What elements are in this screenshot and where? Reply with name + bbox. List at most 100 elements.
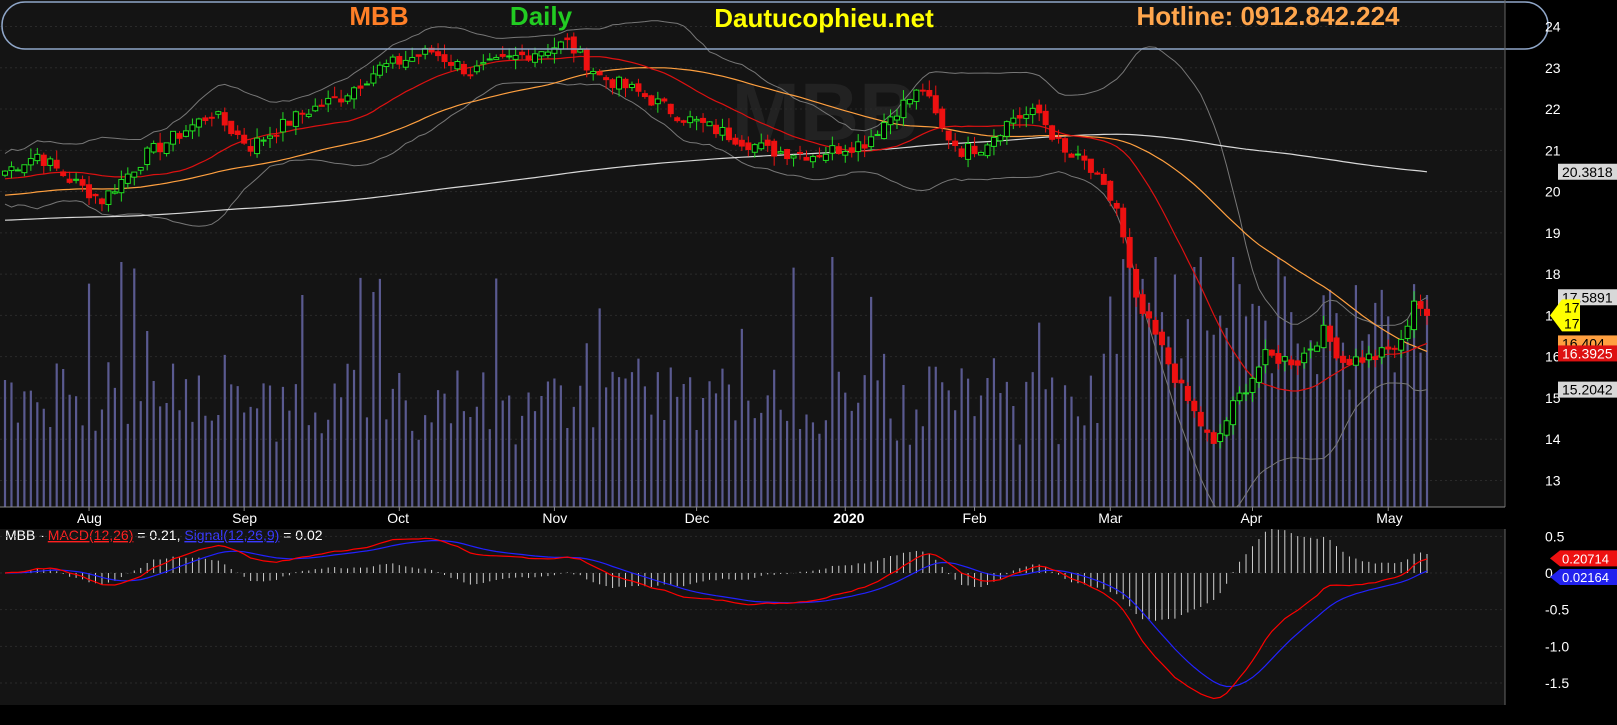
macd-legend-name: MACD(12,26) bbox=[48, 527, 134, 543]
candle-body bbox=[1081, 155, 1088, 161]
candle-body bbox=[939, 108, 946, 129]
candle-body bbox=[1217, 433, 1224, 443]
candle-body bbox=[622, 78, 629, 89]
candle-body bbox=[499, 53, 506, 57]
candle-body bbox=[984, 144, 991, 157]
candle-body bbox=[822, 153, 829, 161]
candle-body bbox=[628, 83, 635, 88]
candle-body bbox=[1010, 117, 1017, 124]
candle-body bbox=[1165, 347, 1172, 365]
macd-tick-label: -1.0 bbox=[1545, 638, 1569, 654]
candle-body bbox=[900, 99, 907, 119]
candle-body bbox=[267, 135, 274, 139]
candle-body bbox=[1204, 429, 1211, 433]
price-tick-label: 24 bbox=[1545, 19, 1561, 35]
candle-body bbox=[745, 142, 752, 151]
candle-body bbox=[641, 93, 648, 98]
ticker-title: MBB bbox=[349, 1, 408, 31]
candle-body bbox=[118, 179, 125, 194]
candle-body bbox=[777, 151, 784, 154]
candle-body bbox=[73, 178, 80, 181]
candle-body bbox=[635, 83, 642, 92]
candle-body bbox=[60, 171, 67, 177]
candle-body bbox=[506, 55, 513, 58]
candle-body bbox=[1055, 136, 1062, 139]
candle-body bbox=[137, 166, 144, 171]
candle-body bbox=[305, 113, 312, 117]
candle-body bbox=[27, 158, 34, 166]
candle-body bbox=[693, 118, 700, 122]
candle-body bbox=[919, 89, 926, 92]
candle-body bbox=[234, 130, 241, 136]
candle-body bbox=[1068, 153, 1075, 158]
x-tick-label: Sep bbox=[232, 510, 257, 526]
x-tick-label: Aug bbox=[77, 510, 102, 526]
x-tick-label: Apr bbox=[1240, 510, 1262, 526]
candle-body bbox=[564, 37, 571, 41]
candle-body bbox=[544, 51, 551, 56]
candle-body bbox=[874, 134, 881, 137]
candle-body bbox=[1036, 104, 1043, 114]
candle-body bbox=[945, 130, 952, 141]
macd-value-tags: 0.20714 0.02164 bbox=[1550, 550, 1617, 585]
candle-body bbox=[247, 146, 254, 152]
candle-body bbox=[1100, 173, 1107, 185]
candle-body bbox=[486, 58, 493, 61]
candle-body bbox=[965, 142, 972, 160]
candle-body bbox=[519, 51, 526, 56]
candle-body bbox=[435, 51, 442, 57]
candle-body bbox=[1243, 392, 1250, 395]
macd-legend-ticker: MBB - bbox=[5, 527, 48, 543]
candle-body bbox=[1197, 411, 1204, 427]
candle-body bbox=[525, 55, 532, 61]
candle-body bbox=[1275, 353, 1282, 364]
candle-body bbox=[376, 64, 383, 76]
candle-body bbox=[997, 135, 1004, 142]
price-tick-label: 19 bbox=[1545, 225, 1561, 241]
macd-tick-label: 0 bbox=[1545, 565, 1553, 581]
candle-body bbox=[357, 85, 364, 89]
candle-body bbox=[952, 140, 959, 146]
candle-body bbox=[66, 178, 73, 183]
candle-body bbox=[803, 156, 810, 161]
candle-body bbox=[932, 95, 939, 114]
candle-body bbox=[1023, 114, 1030, 119]
candle-body bbox=[1404, 325, 1411, 339]
x-tick-label: Nov bbox=[542, 510, 567, 526]
candle-body bbox=[1385, 346, 1392, 350]
signal-value-tag: 0.02164 bbox=[1562, 570, 1609, 585]
candle-body bbox=[228, 120, 235, 135]
candle-body bbox=[1171, 363, 1178, 383]
candle-body bbox=[1133, 269, 1140, 298]
candle-body bbox=[654, 98, 661, 105]
x-tick-label: May bbox=[1376, 510, 1402, 526]
candle-body bbox=[1178, 379, 1185, 384]
candle-body bbox=[758, 142, 765, 150]
period-title: Daily bbox=[510, 1, 573, 31]
candle-body bbox=[893, 115, 900, 121]
candle-body bbox=[14, 169, 21, 172]
candle-body bbox=[208, 116, 215, 119]
macd-panel-bg bbox=[0, 529, 1505, 705]
candle-body bbox=[1268, 349, 1275, 356]
candle-body bbox=[913, 89, 920, 102]
candle-body bbox=[8, 166, 15, 172]
candle-body bbox=[570, 36, 577, 54]
candle-body bbox=[480, 62, 487, 65]
x-tick-label: Feb bbox=[963, 510, 987, 526]
candle-body bbox=[1120, 207, 1127, 238]
candle-body bbox=[1139, 294, 1146, 314]
macd-tick-label: -1.5 bbox=[1545, 675, 1569, 691]
stock-chart: MBB MBB Daily Dautucophieu.net Hotline: … bbox=[0, 0, 1617, 705]
price-tick-label: 14 bbox=[1545, 431, 1561, 447]
candle-body bbox=[725, 127, 732, 141]
candle-body bbox=[609, 79, 616, 88]
candle-body bbox=[299, 112, 306, 115]
candle-body bbox=[493, 56, 500, 60]
candle-body bbox=[473, 65, 480, 73]
candle-body bbox=[351, 87, 358, 100]
candle-body bbox=[990, 136, 997, 147]
candle-body bbox=[292, 111, 299, 127]
candle-body bbox=[189, 124, 196, 132]
candle-body bbox=[1126, 236, 1133, 268]
